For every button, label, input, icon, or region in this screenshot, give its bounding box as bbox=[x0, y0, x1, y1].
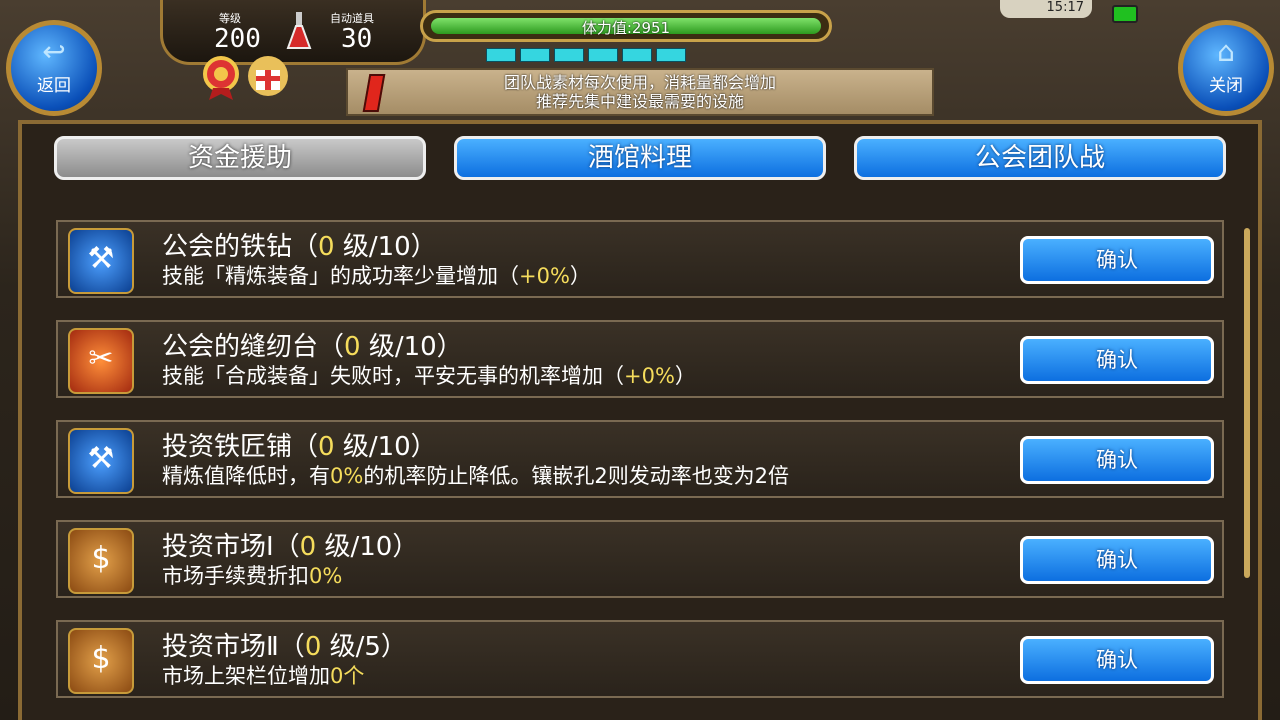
level-value: 200 bbox=[214, 24, 261, 54]
segment-bar bbox=[486, 48, 686, 62]
segment bbox=[656, 48, 686, 62]
item-title: 公会的铁钻（0 级/10） bbox=[162, 232, 437, 262]
market-icon: $ bbox=[68, 628, 134, 694]
back-button[interactable]: ↩ 返回 bbox=[6, 20, 102, 116]
list-item: $ 投资市场Ⅱ（0 级/5） 市场上架栏位增加0个 确认 bbox=[56, 620, 1224, 698]
close-button[interactable]: ⌂ 关闭 bbox=[1178, 20, 1274, 116]
scrollbar[interactable] bbox=[1244, 228, 1250, 578]
confirm-button[interactable]: 确认 bbox=[1020, 636, 1214, 684]
segment bbox=[622, 48, 652, 62]
item-title: 公会的缝纫台（0 级/10） bbox=[162, 332, 463, 362]
tab-funding[interactable]: 资金援助 bbox=[54, 136, 426, 180]
notice-line-2: 推荐先集中建设最需要的设施 bbox=[535, 92, 744, 111]
sewing-table-icon: ✂ bbox=[68, 328, 134, 394]
segment bbox=[520, 48, 550, 62]
facility-list: ⚒ 公会的铁钻（0 级/10） 技能「精炼装备」的成功率少量增加（+0%） 确认… bbox=[56, 220, 1224, 720]
item-title: 投资市场Ⅱ（0 级/5） bbox=[162, 632, 407, 662]
market-icon: $ bbox=[68, 528, 134, 594]
notice-text: 团队战素材每次使用，消耗量都会增加 推荐先集中建设最需要的设施 bbox=[420, 73, 860, 111]
anvil-icon: ⚒ bbox=[68, 228, 134, 294]
auto-item-value: 30 bbox=[341, 24, 373, 54]
back-label: 返回 bbox=[37, 76, 71, 96]
segment bbox=[486, 48, 516, 62]
tab-guild-battle[interactable]: 公会团队战 bbox=[854, 136, 1226, 180]
list-item: $ 投资市场Ⅰ（0 级/10） 市场手续费折扣0% 确认 bbox=[56, 520, 1224, 598]
item-title: 投资铁匠铺（0 级/10） bbox=[162, 432, 437, 462]
segment bbox=[588, 48, 618, 62]
item-description: 市场手续费折扣0% bbox=[162, 564, 343, 588]
segment bbox=[554, 48, 584, 62]
back-arrow-icon: ↩ bbox=[42, 35, 66, 68]
notice-line-1: 团队战素材每次使用，消耗量都会增加 bbox=[503, 73, 776, 92]
confirm-button[interactable]: 确认 bbox=[1020, 436, 1214, 484]
item-description: 技能「合成装备」失败时，平安无事的机率增加（+0%） bbox=[162, 364, 696, 388]
tab-tavern-cooking[interactable]: 酒馆料理 bbox=[454, 136, 826, 180]
stamina-bar: 体力值:2951 bbox=[420, 10, 832, 42]
item-title: 投资市场Ⅰ（0 级/10） bbox=[162, 532, 419, 562]
flask-icon bbox=[286, 12, 312, 49]
gift-icon[interactable] bbox=[246, 54, 290, 98]
item-description: 技能「精炼装备」的成功率少量增加（+0%） bbox=[162, 264, 591, 288]
item-description: 精炼值降低时，有0%的机率防止降低。镶嵌孔2则发动率也变为2倍 bbox=[162, 464, 790, 488]
blacksmith-icon: ⚒ bbox=[68, 428, 134, 494]
confirm-button[interactable]: 确认 bbox=[1020, 236, 1214, 284]
confirm-button[interactable]: 确认 bbox=[1020, 336, 1214, 384]
item-description: 市场上架栏位增加0个 bbox=[162, 664, 365, 688]
stamina-text: 体力值:2951 bbox=[581, 19, 671, 37]
list-item: ⚒ 投资铁匠铺（0 级/10） 精炼值降低时，有0%的机率防止降低。镶嵌孔2则发… bbox=[56, 420, 1224, 498]
close-label: 关闭 bbox=[1209, 76, 1243, 96]
confirm-button[interactable]: 确认 bbox=[1020, 536, 1214, 584]
clock: 15:17 bbox=[1000, 0, 1092, 18]
list-item: ✂ 公会的缝纫台（0 级/10） 技能「合成装备」失败时，平安无事的机率增加（+… bbox=[56, 320, 1224, 398]
medal-icon[interactable] bbox=[200, 54, 242, 102]
battery-icon bbox=[1112, 5, 1138, 23]
home-icon: ⌂ bbox=[1217, 35, 1235, 68]
list-item: ⚒ 公会的铁钻（0 级/10） 技能「精炼装备」的成功率少量增加（+0%） 确认 bbox=[56, 220, 1224, 298]
